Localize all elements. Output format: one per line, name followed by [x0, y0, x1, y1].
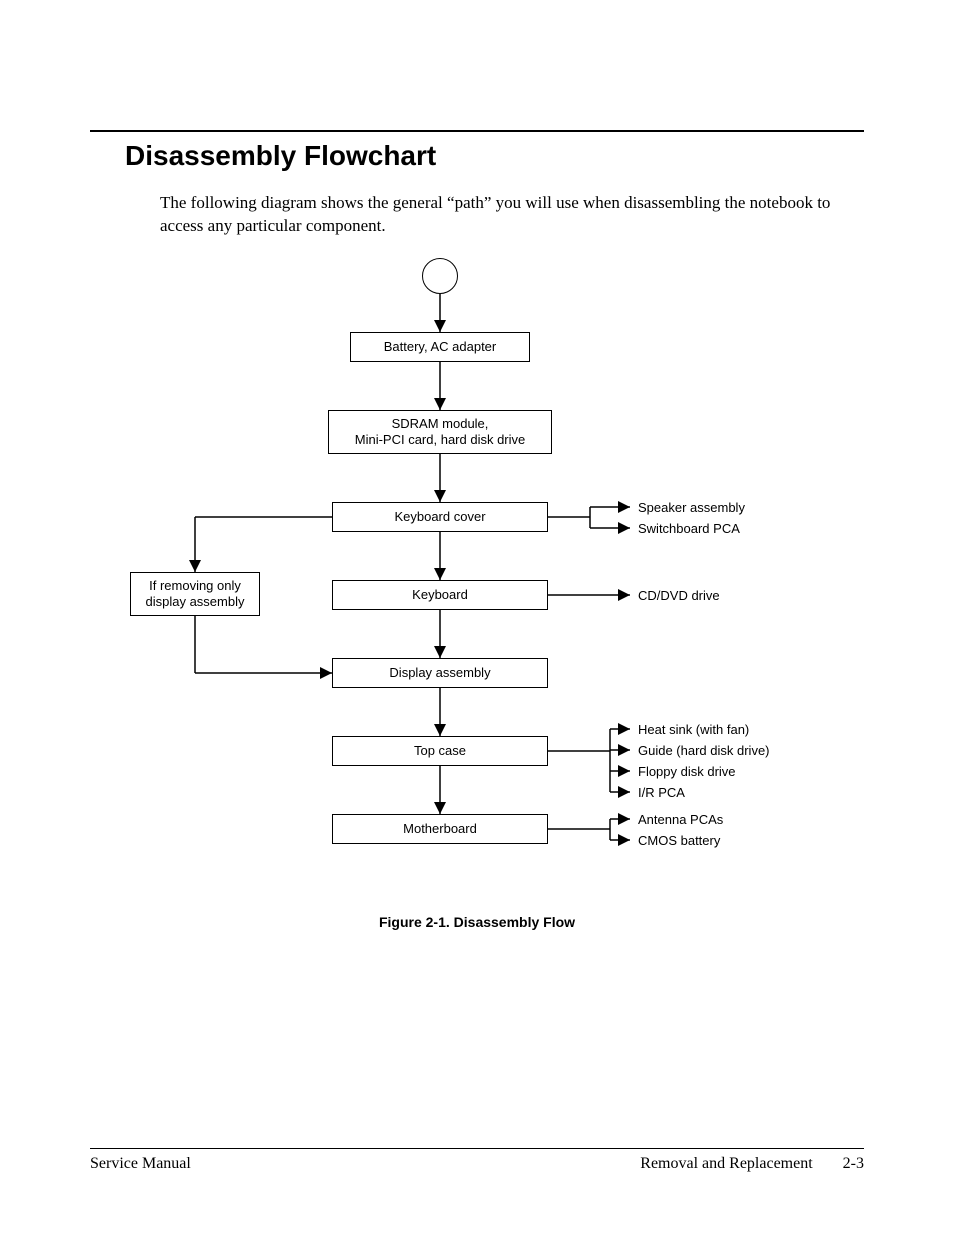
side-switchboard: Switchboard PCA: [638, 521, 740, 536]
footer-left: Service Manual: [90, 1155, 191, 1173]
node-label: Battery, AC adapter: [384, 339, 497, 355]
figure-caption: Figure 2-1. Disassembly Flow: [90, 914, 864, 930]
node-label: Keyboard cover: [394, 509, 485, 525]
node-label: SDRAM module, Mini-PCI card, hard disk d…: [355, 416, 526, 449]
side-floppy: Floppy disk drive: [638, 764, 736, 779]
side-irpca: I/R PCA: [638, 785, 685, 800]
node-sdram: SDRAM module, Mini-PCI card, hard disk d…: [328, 410, 552, 454]
node-keyboard: Keyboard: [332, 580, 548, 610]
page-footer: Service Manual Removal and Replacement 2…: [90, 1148, 864, 1173]
node-motherboard: Motherboard: [332, 814, 548, 844]
section-heading: Disassembly Flowchart: [125, 140, 864, 172]
node-label: Keyboard: [412, 587, 468, 603]
side-antenna: Antenna PCAs: [638, 812, 723, 827]
node-label: Display assembly: [389, 665, 490, 681]
node-battery: Battery, AC adapter: [350, 332, 530, 362]
intro-paragraph: The following diagram shows the general …: [160, 192, 844, 238]
node-label: If removing only display assembly: [146, 578, 245, 611]
footer-section: Removal and Replacement: [640, 1155, 812, 1173]
flowchart: Battery, AC adapter SDRAM module, Mini-P…: [90, 258, 864, 898]
footer-page: 2-3: [843, 1155, 864, 1173]
side-heatsink: Heat sink (with fan): [638, 722, 749, 737]
side-guide: Guide (hard disk drive): [638, 743, 770, 758]
side-cddvd: CD/DVD drive: [638, 588, 720, 603]
node-if-removing: If removing only display assembly: [130, 572, 260, 616]
node-label: Motherboard: [403, 821, 477, 837]
side-cmos: CMOS battery: [638, 833, 720, 848]
node-label: Top case: [414, 743, 466, 759]
node-top-case: Top case: [332, 736, 548, 766]
node-display-assembly: Display assembly: [332, 658, 548, 688]
node-keyboard-cover: Keyboard cover: [332, 502, 548, 532]
side-speaker: Speaker assembly: [638, 500, 745, 515]
